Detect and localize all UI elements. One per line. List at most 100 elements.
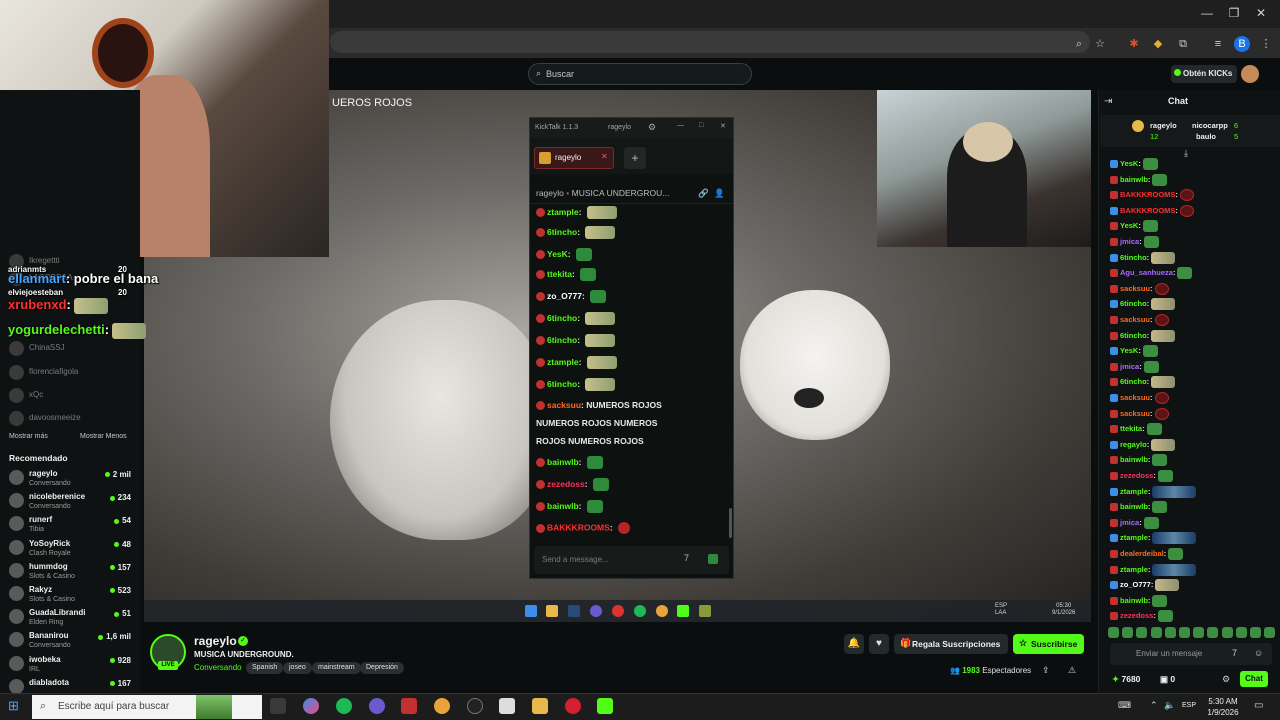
chat-message[interactable]: YesK: [1110,345,1158,358]
chat-message-user[interactable]: sacksuu [1120,315,1150,324]
chat-message[interactable]: BAKKKROOMS: [1110,189,1194,202]
chat-message-user[interactable]: bainwlb [1120,455,1148,464]
chat-message[interactable]: 6tincho: [1110,251,1176,264]
voicemeeter-icon[interactable] [401,698,417,714]
chat-message[interactable]: zezedoss: [1110,610,1173,623]
tag-spanish[interactable]: Spanish [246,662,284,674]
chat-message-user[interactable]: YesK [1120,159,1138,168]
sidebar-recommended-item[interactable]: runerf Tibia 54 [9,515,133,537]
kicktalk-message[interactable]: sacksuu: NUMEROS ROJOS [536,400,662,411]
kicktalk-message[interactable]: bainwlb: [536,456,603,469]
follow-heart-button[interactable]: ♥ [869,634,889,654]
sidebar-recommended-item[interactable]: nicoleberenice Conversando 234 [9,492,133,514]
chat-message-user[interactable]: YesK [1120,221,1138,230]
chat-pin-icon[interactable]: ⤓ [1184,148,1188,159]
kicktalk-message[interactable]: YesK: [536,248,592,261]
obs-icon[interactable] [467,698,483,714]
kicktalk-message-user[interactable]: bainwlb [547,457,579,467]
kicktalk-message[interactable]: BAKKKROOMS: [536,522,631,534]
chat-emoji-icon[interactable]: ☺ [1254,648,1263,658]
extension-2-icon[interactable]: ◆ [1150,36,1166,52]
maximize-button[interactable]: ❐ [1224,6,1244,20]
chat-message[interactable]: ttekita: [1110,423,1162,436]
kicktalk-message[interactable]: 6tincho: [536,312,616,325]
kick-app-icon[interactable] [597,698,613,714]
show-less-link[interactable]: Mostrar Menos [80,433,127,440]
tag-joseo[interactable]: joseo [283,662,312,674]
kicktalk-message-user[interactable]: YesK [547,249,568,259]
tag-mainstream[interactable]: mainstream [312,662,361,674]
sidebar-recommended-item[interactable]: rageylo Conversando 2 mil [9,469,133,491]
chat-message[interactable]: sacksuu: [1110,392,1169,404]
chat-message-user[interactable]: jmica [1120,518,1139,527]
extension-icon[interactable]: ✱ [1126,36,1142,52]
show-more-link[interactable]: Mostrar más [9,433,48,440]
emote-picker-item[interactable] [1150,627,1162,638]
chat-message-user[interactable]: zezedoss [1120,471,1153,480]
kicktalk-message[interactable]: ROJOS NUMEROS ROJOS [536,436,644,446]
chat-message-user[interactable]: jmica [1120,362,1139,371]
bookmark-star-icon[interactable]: ☆ [1092,36,1108,52]
gift-subscriptions-button[interactable]: 🎁 Regala Suscripciones [894,634,1008,654]
sidebar-recommended-item[interactable]: GuadaLibrandi Elden Ring 51 [9,608,133,630]
tray-chevron-icon[interactable]: ⌃ [1150,700,1158,711]
chat-message-user[interactable]: bainwlb [1120,596,1148,605]
chat-message[interactable]: zezedoss: [1110,470,1173,482]
kicktalk-message[interactable]: bainwlb: [536,500,603,513]
share-icon[interactable]: ⇪ [1042,665,1050,676]
chat-message-user[interactable]: 6tincho [1120,377,1147,386]
kicktalk-message-user[interactable]: bainwlb [547,501,579,511]
chat-collapse-icon[interactable]: ⇥ [1104,96,1112,107]
kicktalk-message[interactable]: 6tincho: [536,378,616,391]
kicktalk-message[interactable]: ztample: [536,206,617,219]
get-kicks-button[interactable]: Obtén KICKs [1171,65,1237,83]
chat-message[interactable]: ztample: [1110,485,1197,498]
stream-category[interactable]: Conversando [194,663,242,672]
address-bar[interactable] [330,31,1090,53]
kicktalk-message-user[interactable]: ztample [547,357,579,367]
emote-picker-item[interactable] [1250,627,1261,638]
chat-message[interactable]: zo_O777: [1110,579,1180,592]
kicktalk-message[interactable]: NUMEROS ROJOS NUMEROS [536,418,657,428]
chat-message[interactable]: bainwlb: [1110,173,1168,186]
chat-message-user[interactable]: zezedoss [1120,611,1153,620]
sidebar-recommended-item[interactable]: hummdog Slots & Casino 157 [9,562,133,584]
chat-message-user[interactable]: 6tincho [1120,299,1147,308]
chat-message[interactable]: BAKKKROOMS: [1110,204,1194,217]
chat-kicks-balance[interactable]: ✦ 7680 [1112,674,1140,685]
sidebar-followed-item[interactable]: xQc [9,387,133,409]
chat-message-user[interactable]: zo_O777 [1120,580,1151,589]
emote-picker-item[interactable] [1164,627,1176,638]
chat-message-user[interactable]: BAKKKROOMS [1120,190,1175,199]
tab-close-icon[interactable]: ✕ [601,152,608,161]
chat-message-user[interactable]: sacksuu [1120,393,1150,402]
media-icon[interactable]: ≡ [1210,36,1226,52]
sidebar-followed-item[interactable]: florenciafigola [9,364,133,386]
kicktalk-settings-icon[interactable]: ⚙ [648,122,656,133]
chat-input[interactable]: Enviar un mensaje 7 ☺ [1110,643,1272,665]
report-icon[interactable]: ⚠ [1068,665,1076,676]
kicktalk-message-user[interactable]: zezedoss [547,479,585,489]
chat-send-button[interactable]: Chat [1240,671,1268,687]
user-avatar[interactable] [1241,65,1259,83]
kicktalk-7tv-icon[interactable]: 7 [684,553,689,563]
chat-message[interactable]: ztample: [1110,563,1197,576]
kicktalk-message[interactable]: 6tincho: [536,226,616,239]
notifications-icon[interactable]: ▭ [1254,700,1263,711]
chat-message[interactable]: bainwlb: [1110,594,1168,607]
kicktalk-message[interactable]: zezedoss: [536,478,609,491]
chat-message-user[interactable]: ztample [1120,565,1148,574]
sidebar-recommended-item[interactable]: Rakyz Slots & Casino 523 [9,585,133,607]
chat-message[interactable]: jmica: [1110,360,1159,373]
sidebar-followed-item[interactable]: davoosmeeize [9,410,133,432]
chat-message[interactable]: jmica: [1110,236,1159,248]
minimize-button[interactable]: — [1197,6,1217,20]
kicktalk-scrollbar[interactable] [729,508,732,538]
chat-message[interactable]: 6tincho: [1110,329,1176,342]
tray-keyboard-icon[interactable]: ⌨ [1118,700,1131,711]
close-button[interactable]: ✕ [1251,6,1271,20]
kicktalk-message-user[interactable]: 6tincho [547,335,577,345]
kicktalk-message[interactable]: ttekita: [536,268,597,281]
kicktalk-minimize-icon[interactable]: — [677,122,684,129]
discord-icon[interactable] [369,698,385,714]
